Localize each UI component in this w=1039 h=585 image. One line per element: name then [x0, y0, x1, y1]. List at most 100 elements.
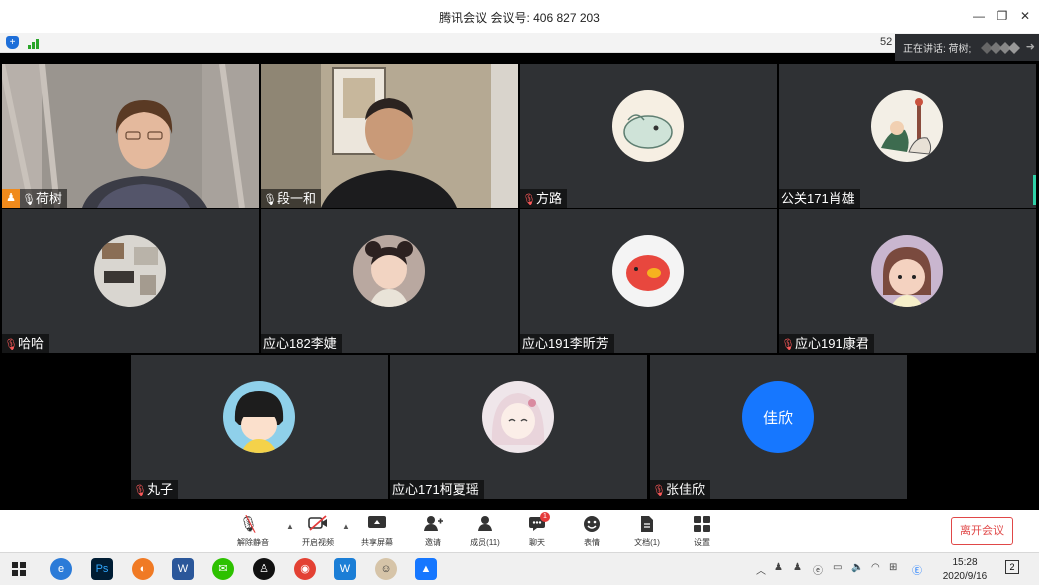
- avatar: [871, 235, 943, 307]
- close-button[interactable]: ✕: [1014, 6, 1036, 26]
- participant-video-feed: [261, 64, 518, 208]
- tray-expand-icon[interactable]: ︿: [756, 562, 766, 577]
- participant-name: 张佳欣: [666, 482, 706, 497]
- network-quality-percent: 52: [880, 36, 893, 48]
- start-video-label: 开启视频: [302, 538, 334, 547]
- documents-button[interactable]: 文档(1): [622, 515, 672, 548]
- avatar: [612, 235, 684, 307]
- participant-tile-zhangjiaxin[interactable]: 佳欣 🎙张佳欣: [650, 355, 907, 499]
- mic-muted-icon: 🎙: [652, 485, 666, 497]
- participant-tile-kangjun[interactable]: 🎙应心191康君: [779, 209, 1036, 353]
- participant-label: 应心171柯夏瑶: [390, 480, 484, 499]
- restore-button[interactable]: ❐: [991, 6, 1013, 26]
- unmute-label: 解除静音: [237, 538, 269, 547]
- grid-settings-icon: [677, 515, 727, 535]
- chrome-icon[interactable]: ◉: [294, 558, 316, 580]
- title-bar: 腾讯会议 会议号: 406 827 203 — ❐ ✕: [0, 0, 1039, 33]
- tencent-meeting-taskbar-icon[interactable]: ▲: [415, 558, 437, 580]
- network-signal-icon[interactable]: [28, 37, 42, 49]
- invite-user-icon: [408, 515, 458, 535]
- tray-ie-icon[interactable]: ⓔ: [813, 562, 823, 577]
- participant-name: 公关171肖雄: [781, 191, 855, 206]
- meeting-toolbar: 🎙╲ 解除静音 ▲ 开启视频 ▲ 共享屏幕 邀请 成员(11) 1 聊天 表情 …: [0, 510, 1039, 552]
- participant-tile-lijie[interactable]: 应心182李婕: [261, 209, 518, 353]
- orange-app-icon[interactable]: ◐: [132, 558, 154, 580]
- mic-muted-icon: 🎙: [781, 339, 795, 351]
- participant-label: 🎙哈哈: [2, 334, 50, 353]
- settings-button[interactable]: 设置: [677, 515, 727, 548]
- avatar: [612, 90, 684, 162]
- mic-muted-icon: 🎙: [133, 485, 147, 497]
- documents-label: 文档(1): [634, 538, 660, 547]
- participant-tile-kexiayao[interactable]: 应心171柯夏瑶: [390, 355, 647, 499]
- avatar: [482, 381, 554, 453]
- participant-name: 应心182李婕: [263, 336, 337, 351]
- tencent-meeting-window: 腾讯会议 会议号: 406 827 203 — ❐ ✕ + 52 正在讲话: 荷…: [0, 0, 1039, 585]
- battery-icon[interactable]: ▭: [833, 562, 842, 573]
- members-label: 成员(11): [470, 538, 500, 547]
- invite-label: 邀请: [425, 538, 441, 547]
- avatar-image: [871, 90, 943, 162]
- emoji-button[interactable]: 表情: [567, 515, 617, 548]
- participant-tile-heshu[interactable]: ♟ 🎙荷树: [2, 64, 259, 208]
- chat-button[interactable]: 1 聊天: [512, 512, 562, 548]
- wifi-icon[interactable]: ◠: [871, 562, 880, 573]
- share-screen-label: 共享屏幕: [361, 538, 393, 547]
- participant-name: 应心191李昕芳: [522, 336, 609, 351]
- wps-icon[interactable]: W: [334, 558, 356, 580]
- windows-start-icon[interactable]: [12, 562, 26, 576]
- notification-center-icon[interactable]: 2: [1005, 560, 1019, 574]
- participant-tile-lixinfang[interactable]: 应心191李昕芳: [520, 209, 777, 353]
- participant-tile-wanzi[interactable]: 🎙丸子: [131, 355, 388, 499]
- collapse-arrow-icon[interactable]: ➜: [1026, 40, 1035, 53]
- input-method-icon[interactable]: Ⓔ: [912, 562, 922, 577]
- start-video-button[interactable]: 开启视频: [293, 515, 343, 548]
- network-icon[interactable]: ⊞: [889, 562, 897, 573]
- leave-meeting-button[interactable]: 离开会议: [951, 517, 1013, 545]
- mic-muted-icon: 🎙: [522, 194, 536, 206]
- participant-tile-fanglu[interactable]: 🎙方路: [520, 64, 777, 208]
- settings-label: 设置: [694, 538, 710, 547]
- notification-count: 2: [1009, 562, 1015, 572]
- qq-icon[interactable]: ♙: [253, 558, 275, 580]
- tray-qq-icon[interactable]: ♟: [774, 562, 783, 573]
- camera-off-icon: [293, 515, 343, 535]
- tray-qq2-icon[interactable]: ♟: [793, 562, 802, 573]
- user-avatar-app-icon[interactable]: ☺: [375, 558, 397, 580]
- participant-tile-duanyihe[interactable]: 🎙段一和: [261, 64, 518, 208]
- mic-muted-icon: 🎙╲: [238, 516, 258, 533]
- taskbar-clock[interactable]: 15:28 2020/9/16: [934, 556, 996, 584]
- participant-label: 🎙应心191康君: [779, 334, 874, 353]
- avatar: [223, 381, 295, 453]
- active-speaker-bar: [1033, 175, 1036, 205]
- minimize-button[interactable]: —: [968, 6, 990, 26]
- status-bar: + 52: [0, 33, 1039, 53]
- avatar: [94, 235, 166, 307]
- unmute-button[interactable]: 🎙╲ 解除静音: [228, 515, 278, 548]
- participant-name: 方路: [536, 191, 563, 206]
- share-screen-button[interactable]: 共享屏幕: [352, 515, 402, 548]
- video-options-caret-icon[interactable]: ▲: [342, 522, 350, 531]
- participant-name: 应心171柯夏瑶: [392, 482, 479, 497]
- wechat-icon[interactable]: ✉: [212, 558, 234, 580]
- ie-browser-icon[interactable]: e: [50, 558, 72, 580]
- speaking-indicator: 正在讲话: 荷树; ➜: [895, 34, 1039, 61]
- word-icon[interactable]: W: [172, 558, 194, 580]
- participant-name: 段一和: [277, 191, 317, 206]
- avatar: [353, 235, 425, 307]
- volume-icon[interactable]: 🔈: [851, 562, 863, 573]
- emoji-label: 表情: [584, 538, 600, 547]
- invite-button[interactable]: 邀请: [408, 515, 458, 548]
- participant-tile-xiaoxiong[interactable]: 公关171肖雄: [779, 64, 1036, 208]
- participant-video-feed: [2, 64, 259, 208]
- security-shield-icon[interactable]: +: [6, 36, 19, 49]
- participant-label: ♟ 🎙荷树: [2, 189, 68, 208]
- members-button[interactable]: 成员(11): [460, 515, 510, 548]
- mic-on-icon: 🎙: [22, 194, 36, 206]
- photoshop-icon[interactable]: Ps: [91, 558, 113, 580]
- participant-tile-haha[interactable]: 🎙哈哈: [2, 209, 259, 353]
- participant-label: 🎙张佳欣: [650, 480, 711, 499]
- members-icon: [460, 515, 510, 535]
- avatar-image: [353, 235, 425, 307]
- participant-label: 应心182李婕: [261, 334, 342, 353]
